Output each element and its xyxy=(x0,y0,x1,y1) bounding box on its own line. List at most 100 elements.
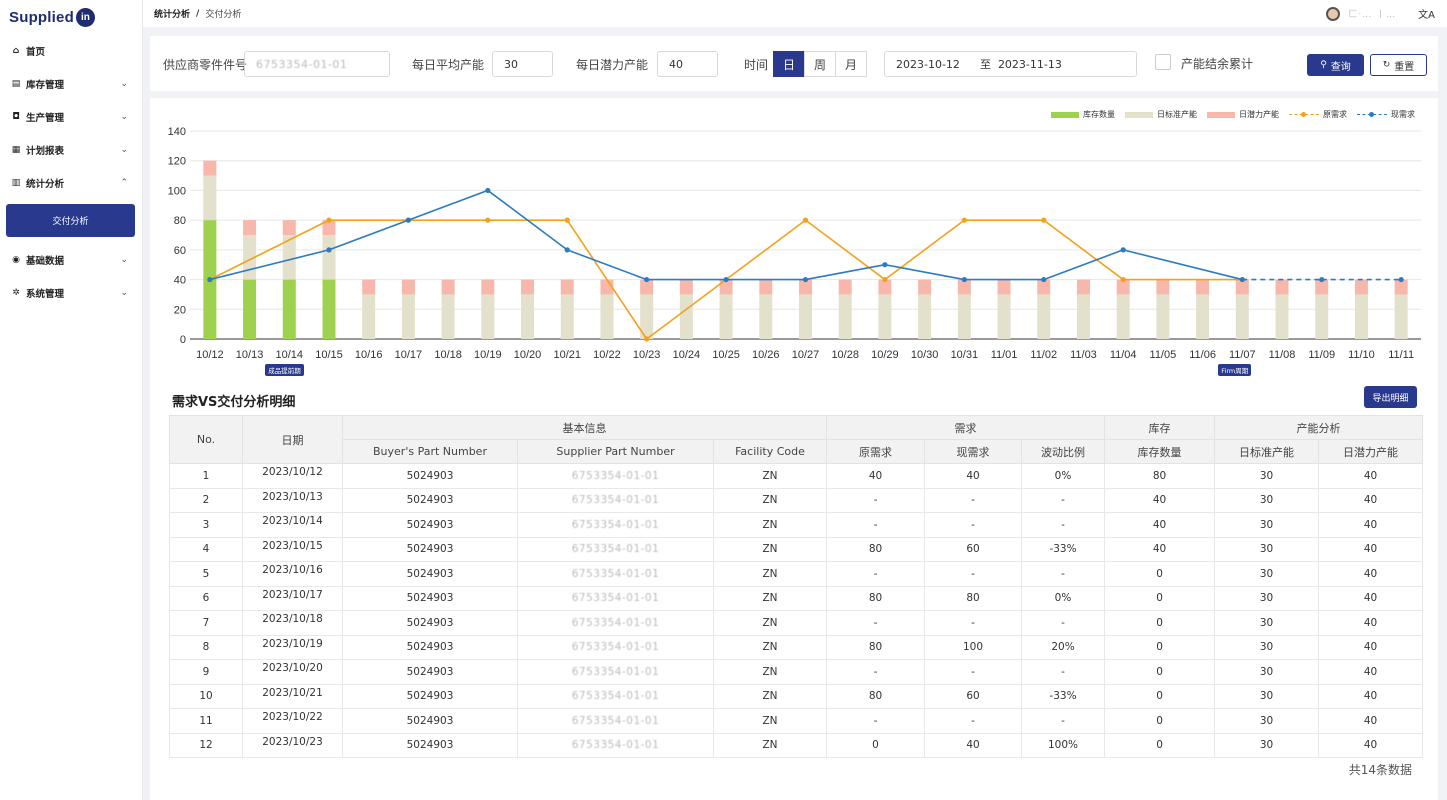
sidebar-item-2[interactable]: ◘ 生产管理 ⌄ xyxy=(0,100,142,133)
sidebar-item-label: 首页 xyxy=(26,46,46,58)
legend-item[interactable]: 库存数量 xyxy=(1051,109,1115,120)
x-tick-label: 10/22 xyxy=(593,349,621,361)
avg-capacity-input[interactable]: 30 xyxy=(492,51,553,77)
table-cell: 6753354-01-01 xyxy=(517,487,714,513)
breadcrumb-parent[interactable]: 统计分析 xyxy=(154,7,190,20)
table-cell: - xyxy=(1020,659,1106,685)
supplier-part-input[interactable]: 6753354-01-01 xyxy=(244,51,390,77)
series-point xyxy=(802,276,809,283)
avatar[interactable] xyxy=(1326,6,1341,21)
bar-segment xyxy=(441,294,455,339)
legend-item[interactable]: 原需求 xyxy=(1289,109,1347,120)
table-cell: 30 xyxy=(1214,610,1320,636)
date-range-picker[interactable]: 2023-10-12 至 2023-11-13 xyxy=(884,51,1137,77)
table-cell: 30 xyxy=(1214,561,1320,587)
bar-segment xyxy=(600,294,614,339)
user-name[interactable]: 匚·… 丨… xyxy=(1348,7,1396,20)
table-cell: - xyxy=(826,610,925,636)
sidebar-item-5[interactable]: ◉ 基础数据 ⌄ xyxy=(0,243,142,276)
x-tick-label: 11/04 xyxy=(1110,349,1137,361)
y-tick-label: 100 xyxy=(168,185,186,197)
series-point xyxy=(644,276,650,283)
potential-capacity-input[interactable]: 40 xyxy=(657,51,718,77)
table-cell: - xyxy=(924,487,1022,513)
x-tick-label: 10/14 xyxy=(276,349,304,361)
table-cell: 5024903 xyxy=(342,634,518,660)
query-button[interactable]: ⚲ 查询 xyxy=(1307,54,1364,76)
table-cell: 2023/10/21 xyxy=(242,683,343,709)
sidebar-item-6[interactable]: ✲ 系统管理 ⌄ xyxy=(0,276,142,309)
legend-item[interactable]: 日潜力产能 xyxy=(1207,109,1279,120)
table-cell: 5024903 xyxy=(342,536,518,562)
cumulative-checkbox[interactable] xyxy=(1155,54,1171,70)
bar-segment xyxy=(1076,294,1090,339)
time-option-week[interactable]: 周 xyxy=(804,51,836,77)
legend-item[interactable]: 日标准产能 xyxy=(1125,109,1197,120)
table-cell: 80 xyxy=(826,536,925,562)
table-cell: 80 xyxy=(826,683,925,709)
table-cell: 0 xyxy=(1104,683,1216,709)
table-cell: 0% xyxy=(1020,585,1106,611)
sidebar-item-label: 计划报表 xyxy=(26,145,65,157)
time-option-month[interactable]: 月 xyxy=(835,51,867,77)
table-cell: - xyxy=(1020,561,1106,587)
table-cell: - xyxy=(1020,487,1106,513)
reset-button[interactable]: ↻ 重置 xyxy=(1370,54,1427,76)
bar-segment xyxy=(322,235,336,280)
x-tick-label: 10/27 xyxy=(792,349,820,361)
home-icon: ⌂ xyxy=(12,45,20,56)
translate-icon[interactable]: 文A xyxy=(1418,6,1435,21)
legend-label: 日标准产能 xyxy=(1157,110,1197,119)
detail-table: No. 日期 基本信息 需求 库存 产能分析 Buyer's Part Numb… xyxy=(169,415,1424,758)
table-cell: - xyxy=(924,708,1022,734)
sidebar-subitem-delivery-analysis[interactable]: 交付分析 xyxy=(6,204,135,237)
table-row: 10 2023/10/21 5024903 6753354-01-01 ZN 80 60 -3… xyxy=(169,683,1424,709)
export-button[interactable]: 导出明细 xyxy=(1364,386,1417,408)
table-cell: 40 xyxy=(826,463,925,489)
sidebar-item-4[interactable]: ▥ 统计分析 ⌃ xyxy=(0,166,142,199)
table-row: 7 2023/10/18 5024903 6753354-01-01 ZN - - -0 30 4… xyxy=(169,610,1424,636)
total-count: 共14条数据 xyxy=(1348,763,1412,777)
bar-segment xyxy=(997,279,1011,295)
section-title: 需求VS交付分析明细 xyxy=(172,395,296,410)
table-cell: 40 xyxy=(1318,659,1424,685)
series-point xyxy=(1041,217,1047,223)
table-cell: ZN xyxy=(713,463,827,489)
sidebar-item-1[interactable]: ▤ 库存管理 ⌄ xyxy=(0,67,142,100)
table-cell: 100% xyxy=(1020,732,1106,758)
table-cell: - xyxy=(826,708,925,734)
table-cell: 5024903 xyxy=(342,683,518,709)
table-row: 9 2023/10/20 5024903 6753354-01-01 ZN - - -0 30 4… xyxy=(169,659,1424,685)
bar-segment xyxy=(1354,294,1368,339)
filter-panel: 供应商零件件号 6753354-01-01 每日平均产能 30 每日潜力产能 4… xyxy=(150,36,1438,91)
sidebar-item-0[interactable]: ⌂ 首页 xyxy=(0,34,142,67)
series-line-segment xyxy=(209,249,330,281)
bar-segment xyxy=(1156,279,1170,295)
time-option-day[interactable]: 日 xyxy=(773,51,805,77)
table-cell: - xyxy=(826,659,925,685)
stats-icon: ▥ xyxy=(11,177,21,188)
sidebar-item-label: 统计分析 xyxy=(26,178,65,190)
table-cell: 40 xyxy=(1318,463,1424,489)
bar-segment xyxy=(560,279,574,295)
table-row: 4 2023/10/15 5024903 6753354-01-01 ZN 80 60 -33… xyxy=(169,536,1424,562)
table-cell: 40 xyxy=(1104,536,1216,562)
table-cell: 30 xyxy=(1214,536,1320,562)
col-potential-capacity: 日潜力产能 xyxy=(1318,439,1424,464)
table-cell: - xyxy=(924,512,1022,538)
chevron-down-icon: ⌄ xyxy=(120,287,128,298)
bar-segment xyxy=(838,294,852,339)
sidebar-item-3[interactable]: ▦ 计划报表 ⌄ xyxy=(0,133,142,166)
table-cell: 2023/10/17 xyxy=(242,585,343,611)
table-cell: 30 xyxy=(1214,512,1320,538)
logo[interactable]: Supplied in xyxy=(0,0,142,34)
table-cell: 4 xyxy=(169,536,243,562)
x-tick-label: 11/03 xyxy=(1070,349,1097,361)
table-cell: -33% xyxy=(1020,683,1106,709)
legend-item[interactable]: 现需求 xyxy=(1357,109,1415,120)
table-cell: - xyxy=(924,561,1022,587)
bar-segment xyxy=(362,294,376,339)
col-curr-demand: 现需求 xyxy=(924,439,1022,464)
bar-segment xyxy=(282,279,296,339)
x-tick-label: 10/23 xyxy=(633,349,661,361)
